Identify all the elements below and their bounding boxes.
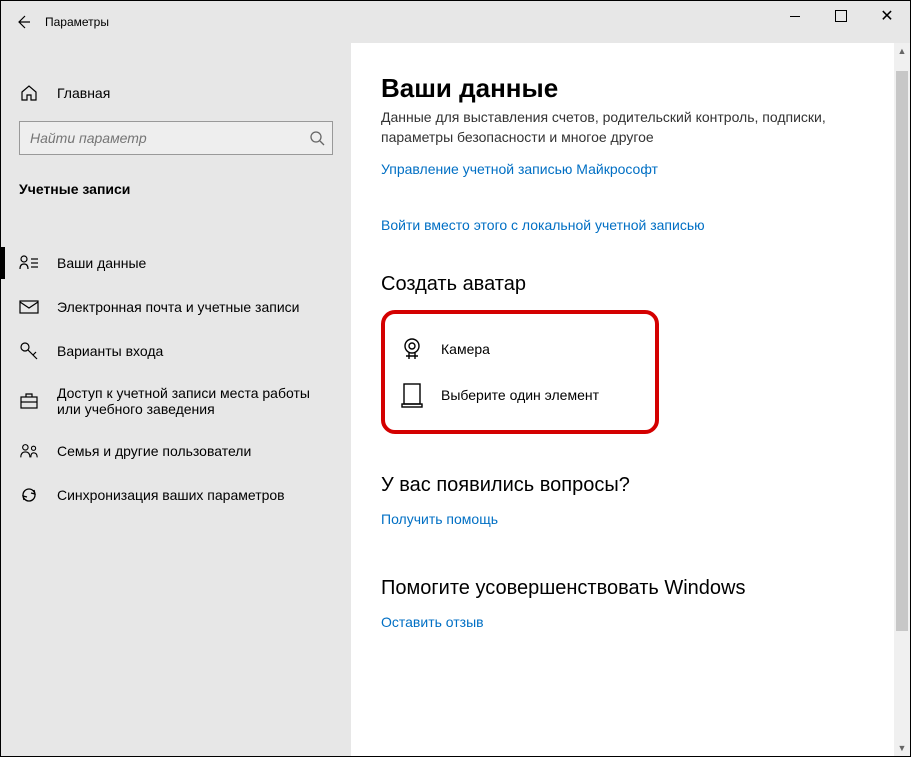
sidebar-item-family[interactable]: Семья и другие пользователи [1, 429, 351, 473]
feedback-section: Помогите усовершенствовать Windows Остав… [381, 577, 880, 630]
improve-heading: Помогите усовершенствовать Windows [381, 577, 880, 600]
search-icon [309, 121, 325, 155]
close-button[interactable]: ✕ [864, 1, 910, 31]
window-title: Параметры [45, 15, 109, 29]
get-help-link[interactable]: Получить помощь [381, 511, 880, 527]
sidebar-item-your-info[interactable]: Ваши данные [1, 241, 351, 285]
sidebar-item-label: Доступ к учетной записи места работы или… [57, 385, 337, 417]
maximize-button[interactable] [818, 1, 864, 31]
window-controls: ✕ [772, 1, 910, 31]
avatar-option-label: Камера [441, 341, 490, 357]
sidebar-section-label: Учетные записи [1, 175, 351, 217]
scroll-up-arrow[interactable]: ▲ [894, 43, 910, 59]
browse-icon [399, 382, 425, 408]
sidebar-item-signin-options[interactable]: Варианты входа [1, 329, 351, 373]
briefcase-icon [19, 391, 39, 411]
sidebar: Главная Учетные записи Ваши данные [1, 43, 351, 756]
avatar-heading: Создать аватар [381, 273, 880, 296]
sidebar-item-email[interactable]: Электронная почта и учетные записи [1, 285, 351, 329]
help-section: У вас появились вопросы? Получить помощь [381, 474, 880, 527]
settings-window: Параметры ✕ Главная Учетные записи [0, 0, 911, 757]
key-icon [19, 341, 39, 361]
sidebar-item-label: Варианты входа [57, 343, 163, 359]
home-button[interactable]: Главная [1, 73, 351, 113]
content-area: Ваши данные Данные для выставления счето… [351, 43, 910, 756]
arrow-left-icon [15, 14, 31, 30]
back-button[interactable] [1, 1, 45, 43]
titlebar: Параметры ✕ [1, 1, 910, 43]
person-card-icon [19, 253, 39, 273]
scroll-thumb[interactable] [896, 71, 908, 631]
avatar-option-browse[interactable]: Выберите один элемент [395, 372, 645, 418]
sidebar-item-label: Ваши данные [57, 255, 146, 271]
scrollbar[interactable]: ▲ ▼ [894, 43, 910, 756]
sidebar-item-work-access[interactable]: Доступ к учетной записи места работы или… [1, 373, 351, 429]
sync-icon [19, 485, 39, 505]
scroll-down-arrow[interactable]: ▼ [894, 740, 910, 756]
minimize-button[interactable] [772, 1, 818, 31]
nav-list: Ваши данные Электронная почта и учетные … [1, 241, 351, 517]
avatar-options-highlight: Камера Выберите один элемент [381, 310, 659, 434]
avatar-option-label: Выберите один элемент [441, 387, 599, 403]
feedback-link[interactable]: Оставить отзыв [381, 614, 880, 630]
sidebar-item-label: Семья и другие пользователи [57, 443, 251, 459]
search-input[interactable] [19, 121, 333, 155]
people-icon [19, 441, 39, 461]
page-description: Данные для выставления счетов, родительс… [381, 108, 880, 147]
manage-account-link[interactable]: Управление учетной записью Майкрософт [381, 161, 880, 177]
local-account-link[interactable]: Войти вместо этого с локальной учетной з… [381, 217, 880, 233]
sidebar-item-sync[interactable]: Синхронизация ваших параметров [1, 473, 351, 517]
home-label: Главная [57, 85, 110, 101]
sidebar-item-label: Электронная почта и учетные записи [57, 299, 299, 315]
camera-icon [399, 336, 425, 362]
search-box[interactable] [19, 121, 333, 155]
home-icon [19, 83, 39, 103]
avatar-option-camera[interactable]: Камера [395, 326, 645, 372]
sidebar-item-label: Синхронизация ваших параметров [57, 487, 285, 503]
mail-icon [19, 297, 39, 317]
window-body: Главная Учетные записи Ваши данные [1, 43, 910, 756]
page-title: Ваши данные [381, 73, 880, 104]
questions-heading: У вас появились вопросы? [381, 474, 880, 497]
